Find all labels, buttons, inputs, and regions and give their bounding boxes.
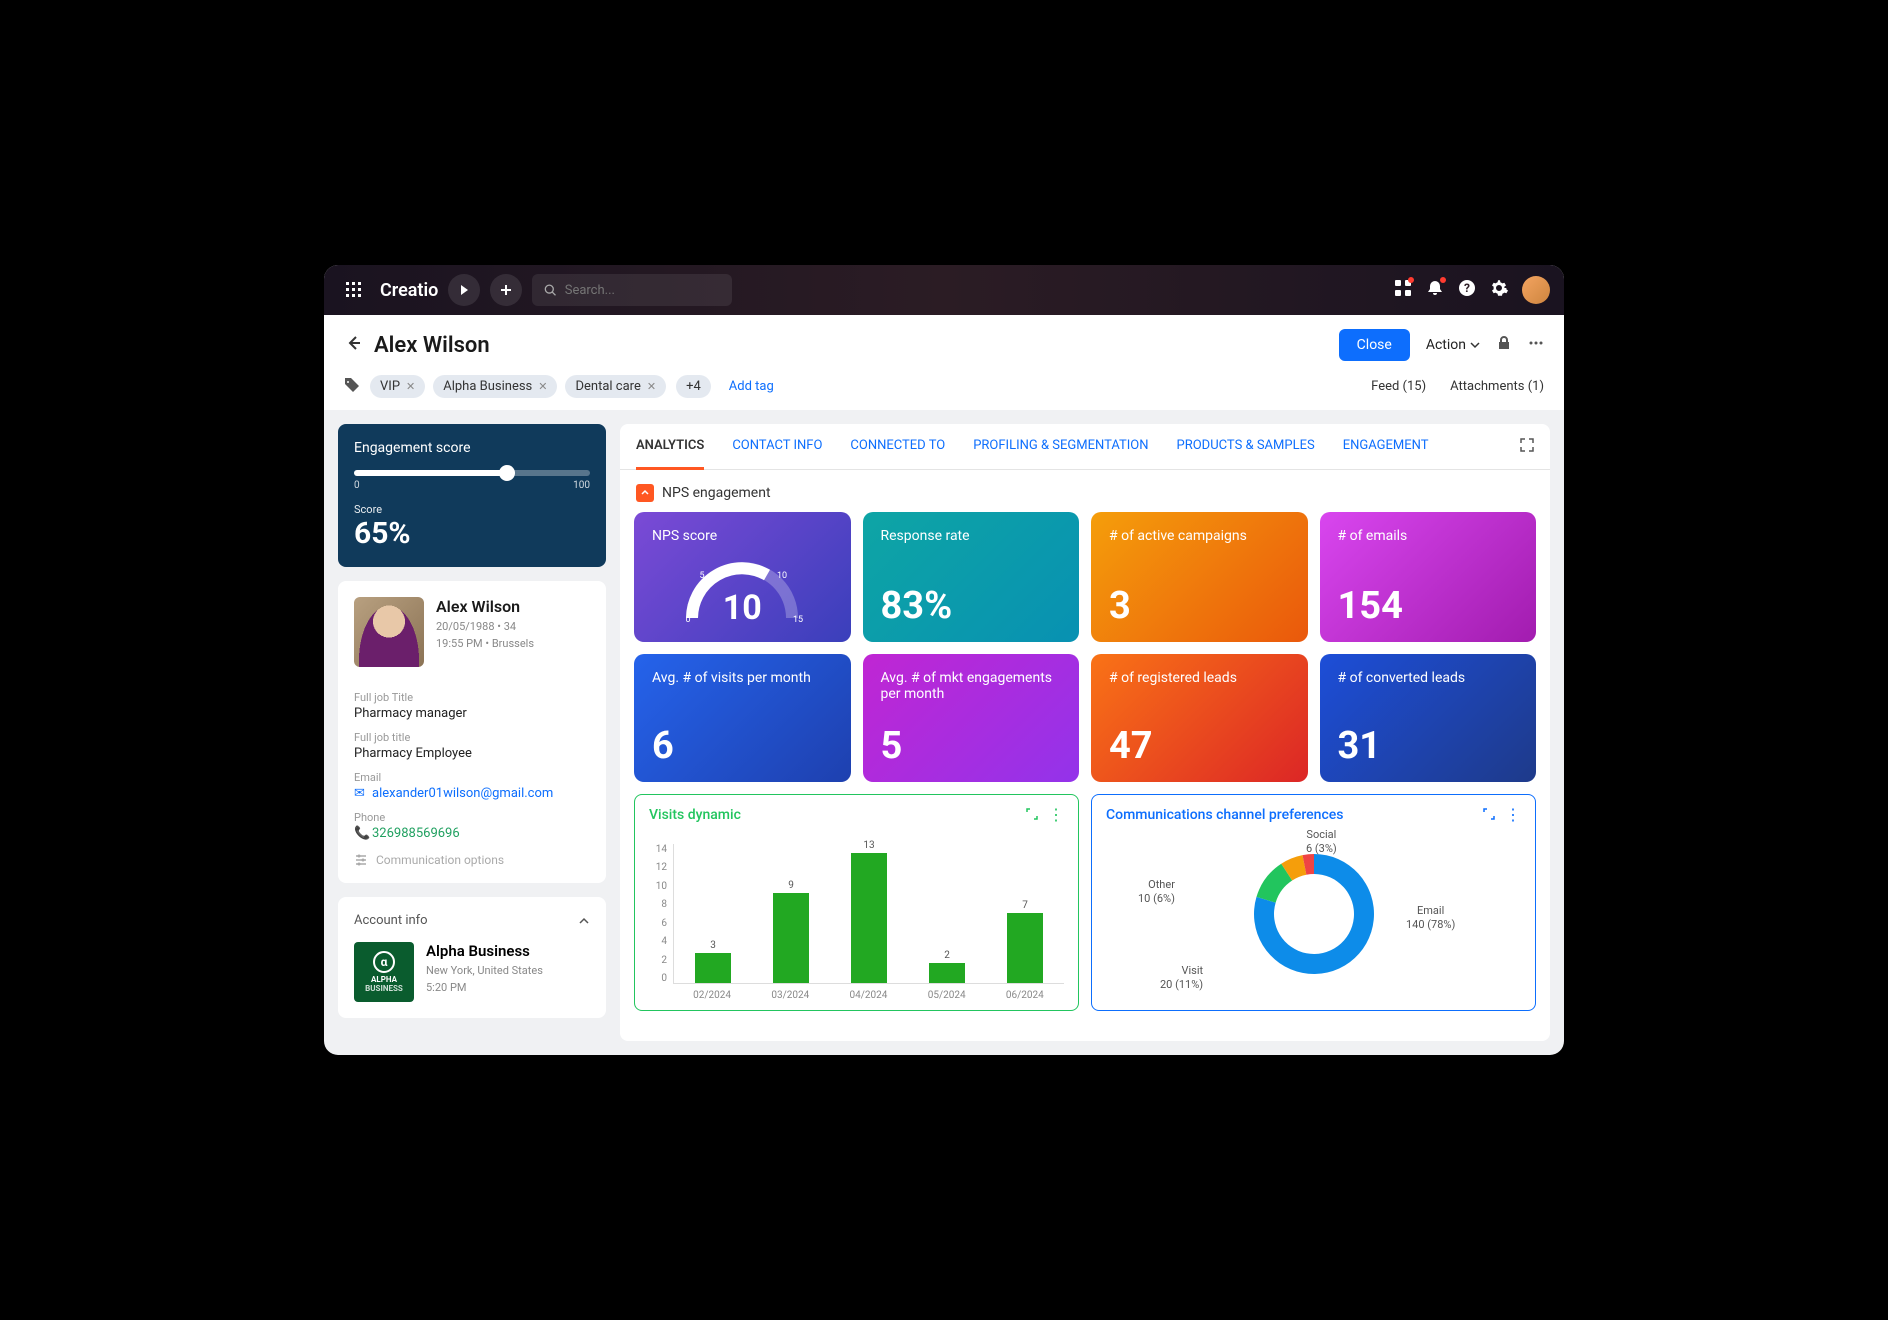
collapse-icon[interactable] [636, 484, 654, 502]
search-box[interactable] [532, 274, 732, 306]
svg-text:?: ? [1464, 281, 1470, 295]
expand-chart-icon[interactable] [1483, 805, 1495, 824]
apps-icon[interactable] [1394, 279, 1412, 301]
tag-chip[interactable]: VIP✕ [370, 375, 425, 398]
kpi-response-rate: Response rate 83% [863, 512, 1080, 642]
kpi-avg-visits: Avg. # of visits per month 6 [634, 654, 851, 782]
kpi-emails: # of emails 154 [1320, 512, 1537, 642]
tab-contact-info[interactable]: CONTACT INFO [732, 424, 822, 469]
more-icon[interactable] [1528, 335, 1544, 355]
email-link[interactable]: ✉alexander01wilson@gmail.com [354, 786, 590, 801]
score-value: 65% [354, 516, 590, 551]
engagement-slider[interactable] [354, 470, 590, 476]
account-card: Account info α ALPHA BUSINESS Alpha Busi… [338, 897, 606, 1018]
topbar: Creatio ? [324, 265, 1564, 315]
search-input[interactable] [565, 283, 721, 298]
section-title: NPS engagement [662, 485, 771, 501]
mail-icon: ✉ [354, 786, 368, 801]
phone-link[interactable]: 📞326988569696 [354, 826, 590, 841]
tab-analytics[interactable]: ANALYTICS [636, 424, 704, 470]
tags-more-chip[interactable]: +4 [676, 375, 711, 398]
account-logo: α ALPHA BUSINESS [354, 942, 414, 1002]
feed-link[interactable]: Feed (15) [1371, 379, 1426, 394]
tab-engagement[interactable]: ENGAGEMENT [1343, 424, 1429, 469]
profile-card: Alex Wilson 20/05/1988 • 34 19:55 PM • B… [338, 581, 606, 883]
attachments-link[interactable]: Attachments (1) [1450, 379, 1544, 394]
bell-icon[interactable] [1426, 279, 1444, 301]
app-launcher-icon[interactable] [338, 274, 370, 306]
help-icon[interactable]: ? [1458, 279, 1476, 301]
lock-icon[interactable] [1496, 335, 1512, 355]
comms-channel-chart: Communications channel preferences ⋮ Ema… [1091, 794, 1536, 1011]
chevron-up-icon [578, 915, 590, 927]
tabs-bar: ANALYTICS CONTACT INFO CONNECTED TO PROFILI… [620, 424, 1550, 470]
chart-menu-icon[interactable]: ⋮ [1048, 805, 1064, 824]
account-header[interactable]: Account info [354, 913, 590, 928]
donut-label: Visit20 (11%) [1160, 964, 1203, 993]
user-avatar[interactable] [1522, 276, 1550, 304]
account-name: Alpha Business [426, 942, 543, 960]
remove-tag-icon[interactable]: ✕ [406, 380, 415, 393]
donut-label: Other10 (6%) [1138, 878, 1175, 907]
bar [773, 893, 809, 983]
communication-options[interactable]: Communication options [354, 853, 590, 867]
donut-label: Email140 (78%) [1406, 904, 1455, 933]
bar [695, 953, 731, 983]
bar [929, 963, 965, 983]
remove-tag-icon[interactable]: ✕ [538, 380, 547, 393]
page-header: Alex Wilson Close Action VIP✕ Alpha Busin… [324, 315, 1564, 410]
remove-tag-icon[interactable]: ✕ [647, 380, 656, 393]
engagement-title: Engagement score [354, 440, 590, 456]
expand-icon[interactable] [1520, 437, 1534, 456]
notification-dot [1408, 277, 1414, 283]
back-icon[interactable] [344, 334, 362, 356]
score-label: Score [354, 503, 590, 516]
chart-menu-icon[interactable]: ⋮ [1505, 805, 1521, 824]
kpi-active-campaigns: # of active campaigns 3 [1091, 512, 1308, 642]
kpi-avg-mkt-engagements: Avg. # of mkt engagements per month 5 [863, 654, 1080, 782]
tag-chip[interactable]: Alpha Business✕ [433, 375, 557, 398]
close-button[interactable]: Close [1339, 329, 1410, 361]
page-title: Alex Wilson [374, 333, 490, 358]
donut-label: Social6 (3%) [1306, 828, 1337, 857]
svg-text:5: 5 [700, 571, 705, 581]
settings-icon [354, 853, 368, 867]
kpi-registered-leads: # of registered leads 47 [1091, 654, 1308, 782]
phone-icon: 📞 [354, 826, 368, 841]
bar [1007, 913, 1043, 983]
notification-dot [1440, 277, 1446, 283]
play-button[interactable] [448, 274, 480, 306]
visits-dynamic-chart: Visits dynamic ⋮ 14121086420 391327 02/2… [634, 794, 1079, 1011]
add-tag-link[interactable]: Add tag [729, 379, 774, 394]
svg-text:10: 10 [777, 571, 787, 581]
bar [851, 853, 887, 983]
search-icon [544, 283, 556, 297]
profile-picture [354, 597, 424, 667]
tab-products-samples[interactable]: PRODUCTS & SAMPLES [1177, 424, 1315, 469]
settings-icon[interactable] [1490, 279, 1508, 301]
action-dropdown[interactable]: Action [1426, 337, 1480, 353]
tag-chip[interactable]: Dental care✕ [565, 375, 666, 398]
add-button[interactable] [490, 274, 522, 306]
expand-chart-icon[interactable] [1026, 805, 1038, 824]
engagement-score-card: Engagement score 0 100 Score 65% [338, 424, 606, 567]
kpi-nps-score: NPS score 0 5 10 15 10 [634, 512, 851, 642]
profile-name: Alex Wilson [436, 597, 534, 616]
tab-profiling-segmentation[interactable]: PROFILING & SEGMENTATION [973, 424, 1148, 469]
chevron-down-icon [1470, 340, 1480, 350]
tab-connected-to[interactable]: CONNECTED TO [850, 424, 945, 469]
brand-logo: Creatio [380, 280, 438, 301]
tag-icon [344, 377, 360, 397]
kpi-converted-leads: # of converted leads 31 [1320, 654, 1537, 782]
